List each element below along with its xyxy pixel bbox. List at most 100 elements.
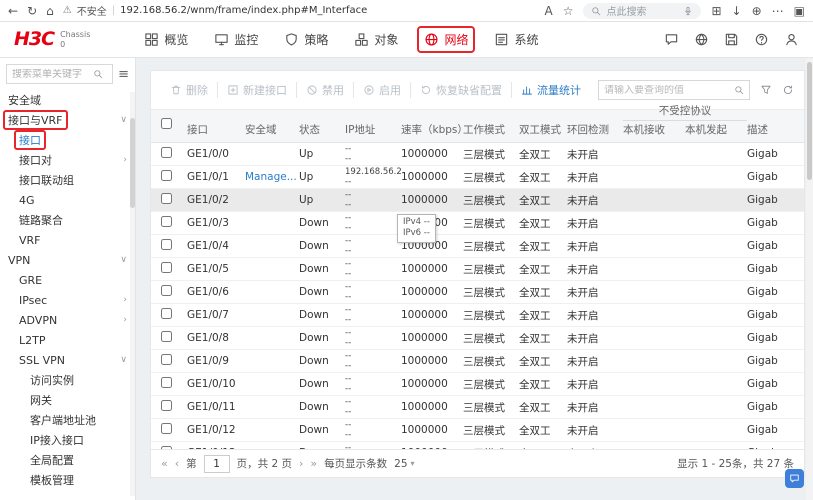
- table-row[interactable]: GE1/0/12Down----1000000三层模式全双工未开启Gigab: [151, 419, 804, 442]
- row-checkbox[interactable]: [161, 170, 172, 181]
- query-search-input[interactable]: [604, 85, 731, 96]
- sidebar-item-ipsec[interactable]: IPsec›: [0, 290, 135, 310]
- table-row[interactable]: GE1/0/10Down----1000000三层模式全双工未开启Gigab: [151, 373, 804, 396]
- table-row[interactable]: GE1/0/3Down----1000000三层模式全双工未开启Gigab: [151, 212, 804, 235]
- row-checkbox[interactable]: [161, 147, 172, 158]
- row-checkbox[interactable]: [161, 262, 172, 273]
- sidebar-scrollbar-thumb[interactable]: [130, 118, 135, 208]
- extensions-icon[interactable]: ⊕: [752, 5, 762, 17]
- sidebar-item-4g[interactable]: 4G: [0, 190, 135, 210]
- column-speed[interactable]: 速率（kbps）: [401, 110, 463, 142]
- sidebar-item-ip-access-interface[interactable]: IP接入接口: [0, 430, 135, 450]
- row-checkbox[interactable]: [161, 331, 172, 342]
- sidebar-item-template-management[interactable]: 模板管理: [0, 470, 135, 490]
- row-checkbox[interactable]: [161, 400, 172, 411]
- chat-icon[interactable]: [664, 32, 679, 47]
- table-row[interactable]: GE1/0/7Down----1000000三层模式全双工未开启Gigab: [151, 304, 804, 327]
- sidebar-item-gre[interactable]: GRE: [0, 270, 135, 290]
- sidebar-item-advpn[interactable]: ADVPN›: [0, 310, 135, 330]
- sidebar-item-ssl-vpn[interactable]: SSL VPN∨: [0, 350, 135, 370]
- column-duplex-mode[interactable]: 双工模式: [519, 110, 567, 142]
- column-work-mode[interactable]: 工作模式: [463, 110, 519, 142]
- page-scrollbar[interactable]: [806, 58, 813, 500]
- column-loopback-detect[interactable]: 环回检测: [567, 110, 623, 142]
- column-local-receive[interactable]: 本机接收: [623, 121, 685, 142]
- sidebar-item-l2tp[interactable]: L2TP: [0, 330, 135, 350]
- help-icon[interactable]: [754, 32, 769, 47]
- table-row[interactable]: GE1/0/6Down----1000000三层模式全双工未开启Gigab: [151, 281, 804, 304]
- table-row[interactable]: GE1/0/2Up----1000000三层模式全双工未开启Gigab: [151, 189, 804, 212]
- feedback-float-button[interactable]: [785, 469, 804, 488]
- row-checkbox[interactable]: [161, 239, 172, 250]
- traffic-stats-button[interactable]: 流量统计: [511, 82, 590, 98]
- globe-icon[interactable]: [694, 32, 709, 47]
- column-security-zone[interactable]: 安全域: [245, 110, 299, 142]
- sidebar-scrollbar[interactable]: [130, 92, 135, 496]
- new-interface-button[interactable]: 新建接口: [217, 82, 296, 98]
- page-scrollbar-thumb[interactable]: [807, 62, 812, 180]
- more-icon[interactable]: ⋯: [772, 5, 784, 17]
- sidebar-item-access-instance[interactable]: 访问实例: [0, 370, 135, 390]
- sidebar-item-security-zone[interactable]: 安全域: [0, 90, 135, 110]
- refresh-table-icon[interactable]: [782, 84, 794, 96]
- sidebar-item-interface[interactable]: 接口: [0, 130, 135, 150]
- refresh-icon[interactable]: ↻: [27, 5, 37, 17]
- filter-icon[interactable]: [760, 84, 772, 96]
- menu-collapse-icon[interactable]: ≡: [118, 67, 129, 82]
- per-page-select[interactable]: 25 ▾: [394, 458, 414, 470]
- sidebar-item-global-config[interactable]: 全局配置: [0, 450, 135, 470]
- row-checkbox[interactable]: [161, 446, 172, 449]
- sidebar-item-interface-linkage-group[interactable]: 接口联动组: [0, 170, 135, 190]
- home-icon[interactable]: ⌂: [46, 5, 54, 17]
- download-icon[interactable]: ↓: [732, 5, 742, 17]
- column-local-initiate[interactable]: 本机发起: [685, 121, 747, 142]
- table-row[interactable]: GE1/0/0Up----1000000三层模式全双工未开启Gigab: [151, 143, 804, 166]
- column-status[interactable]: 状态: [299, 110, 345, 142]
- reader-mode-icon[interactable]: A: [544, 5, 552, 17]
- nav-item-network[interactable]: 网络: [424, 31, 468, 48]
- column-description[interactable]: 描述: [747, 110, 805, 142]
- side-panel-icon[interactable]: ▣: [794, 5, 805, 17]
- sidebar-item-interface-vrf[interactable]: 接口与VRF∨: [0, 110, 135, 130]
- table-row[interactable]: GE1/0/5Down----1000000三层模式全双工未开启Gigab: [151, 258, 804, 281]
- table-row[interactable]: GE1/0/13Down----1000000三层模式全双工未开启Gigab: [151, 442, 804, 449]
- restore-default-button[interactable]: 恢复缺省配置: [410, 82, 511, 98]
- nav-item-objects[interactable]: 对象: [354, 31, 398, 48]
- table-row[interactable]: GE1/0/1Manage...Up192.168.56.2,--1000000…: [151, 166, 804, 189]
- select-all-checkbox[interactable]: [161, 118, 172, 129]
- row-checkbox[interactable]: [161, 354, 172, 365]
- last-page-button[interactable]: »: [310, 457, 317, 470]
- disable-button[interactable]: 禁用: [296, 82, 353, 98]
- table-row[interactable]: GE1/0/8Down----1000000三层模式全双工未开启Gigab: [151, 327, 804, 350]
- table-row[interactable]: GE1/0/9Down----1000000三层模式全双工未开启Gigab: [151, 350, 804, 373]
- enable-button[interactable]: 启用: [353, 82, 410, 98]
- microphone-icon[interactable]: [683, 6, 693, 16]
- nav-item-monitor[interactable]: 监控: [214, 31, 258, 48]
- nav-item-system[interactable]: 系统: [494, 31, 538, 48]
- favorite-star-icon[interactable]: ☆: [563, 5, 574, 17]
- row-checkbox[interactable]: [161, 423, 172, 434]
- search-icon[interactable]: [734, 85, 744, 95]
- delete-button[interactable]: 删除: [161, 82, 217, 98]
- sidebar-item-gateway[interactable]: 网关: [0, 390, 135, 410]
- column-ip-address[interactable]: IP地址: [345, 110, 401, 142]
- split-screen-icon[interactable]: ⊞: [711, 5, 721, 17]
- security-zone-link[interactable]: Manage...: [245, 171, 297, 183]
- table-row[interactable]: GE1/0/4Down----1000000三层模式全双工未开启Gigab: [151, 235, 804, 258]
- query-search-box[interactable]: [598, 80, 750, 100]
- page-number-input[interactable]: [204, 455, 230, 473]
- next-page-button[interactable]: ›: [299, 457, 303, 470]
- nav-item-overview[interactable]: 概览: [144, 31, 188, 48]
- back-icon[interactable]: ←: [8, 5, 18, 17]
- row-checkbox[interactable]: [161, 216, 172, 227]
- row-checkbox[interactable]: [161, 193, 172, 204]
- nav-item-policy[interactable]: 策略: [284, 31, 328, 48]
- sidebar-search-box[interactable]: [6, 64, 113, 84]
- browser-search-box[interactable]: 点此搜索: [583, 3, 701, 19]
- table-row[interactable]: GE1/0/11Down----1000000三层模式全双工未开启Gigab: [151, 396, 804, 419]
- first-page-button[interactable]: «: [161, 457, 168, 470]
- sidebar-item-interface-pair[interactable]: 接口对›: [0, 150, 135, 170]
- row-checkbox[interactable]: [161, 308, 172, 319]
- sidebar-search-input[interactable]: [12, 69, 90, 80]
- sidebar-item-vrf[interactable]: VRF: [0, 230, 135, 250]
